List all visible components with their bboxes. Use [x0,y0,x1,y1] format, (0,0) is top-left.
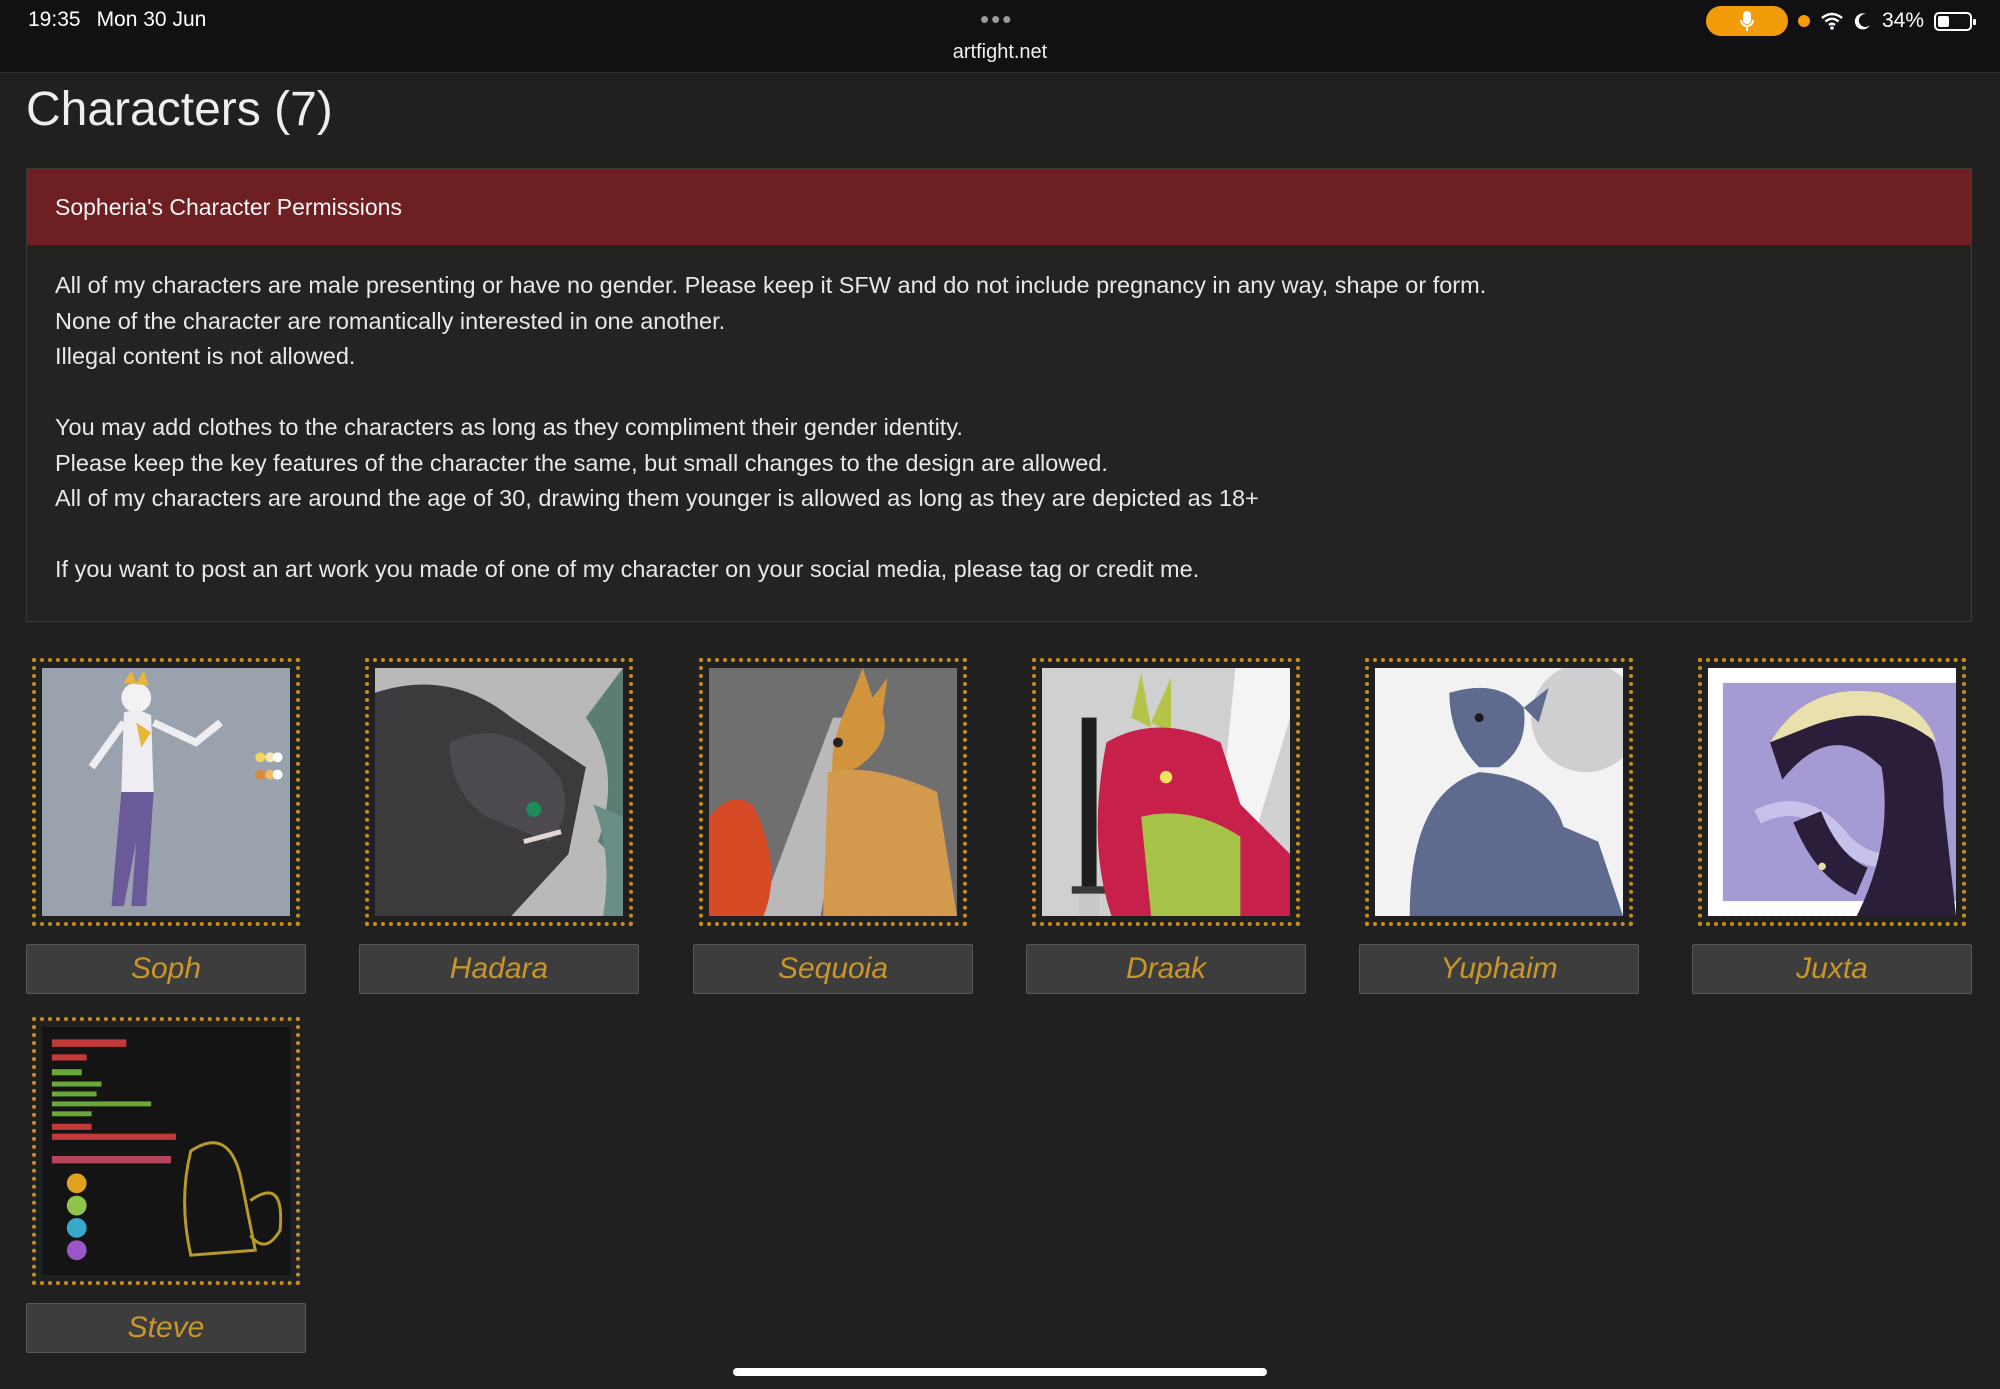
permission-line: You may add clothes to the characters as… [55,414,963,440]
permission-line: All of my characters are around the age … [55,485,1259,511]
character-thumbnail-hadara[interactable] [365,658,633,926]
character-thumbnail-draak[interactable] [1032,658,1300,926]
character-name-button[interactable]: Soph [26,944,306,994]
battery-icon [1934,11,1976,31]
status-time: 19:35 Mon 30 Jun [28,8,206,32]
permission-line: Please keep the key features of the char… [55,449,1108,476]
character-name-button[interactable]: Sequoia [693,944,973,994]
character-thumbnail-juxta[interactable] [1698,658,1966,926]
character-name-button[interactable]: Yuphaim [1359,944,1639,994]
permission-line: All of my characters are male presenting… [55,272,1487,298]
character-thumbnail-soph[interactable] [32,658,300,926]
character-name-button[interactable]: Juxta [1692,944,1972,994]
permissions-header: Sopheria's Character Permissions [27,169,1971,246]
more-dots-icon[interactable]: ••• [980,4,1013,35]
permission-line: If you want to post an art work you made… [55,556,1200,582]
status-icons: 34% [1705,6,1976,36]
character-name-button[interactable]: Hadara [359,944,639,994]
date: Mon 30 Jun [96,8,207,31]
permission-line: Illegal content is not allowed. [55,343,356,369]
microphone-icon[interactable] [1705,6,1788,36]
permissions-panel: Sopheria's Character Permissions All of … [26,168,1972,622]
character-name-button[interactable]: Draak [1026,944,1306,994]
permission-line: None of the character are romantically i… [55,307,726,334]
privacy-indicator-icon [1797,15,1810,27]
character-thumbnail-sequoia[interactable] [699,658,967,926]
battery-percent: 34% [1881,9,1924,32]
home-indicator[interactable] [733,1368,1267,1376]
character-thumbnail-yuphaim[interactable] [1365,658,1633,926]
character-thumbnail-steve[interactable] [32,1017,300,1285]
page-title: Characters (7) [26,83,333,136]
clock: 19:35 [28,8,81,31]
wifi-icon [1821,12,1843,30]
status-bar: 19:35 Mon 30 Jun ••• artfight.net 34% [0,0,2000,73]
moon-icon [1854,13,1870,30]
character-name-button[interactable]: Steve [26,1303,306,1353]
permissions-body: All of my characters are male presenting… [27,246,1971,588]
url-bar[interactable]: artfight.net [0,41,2000,64]
